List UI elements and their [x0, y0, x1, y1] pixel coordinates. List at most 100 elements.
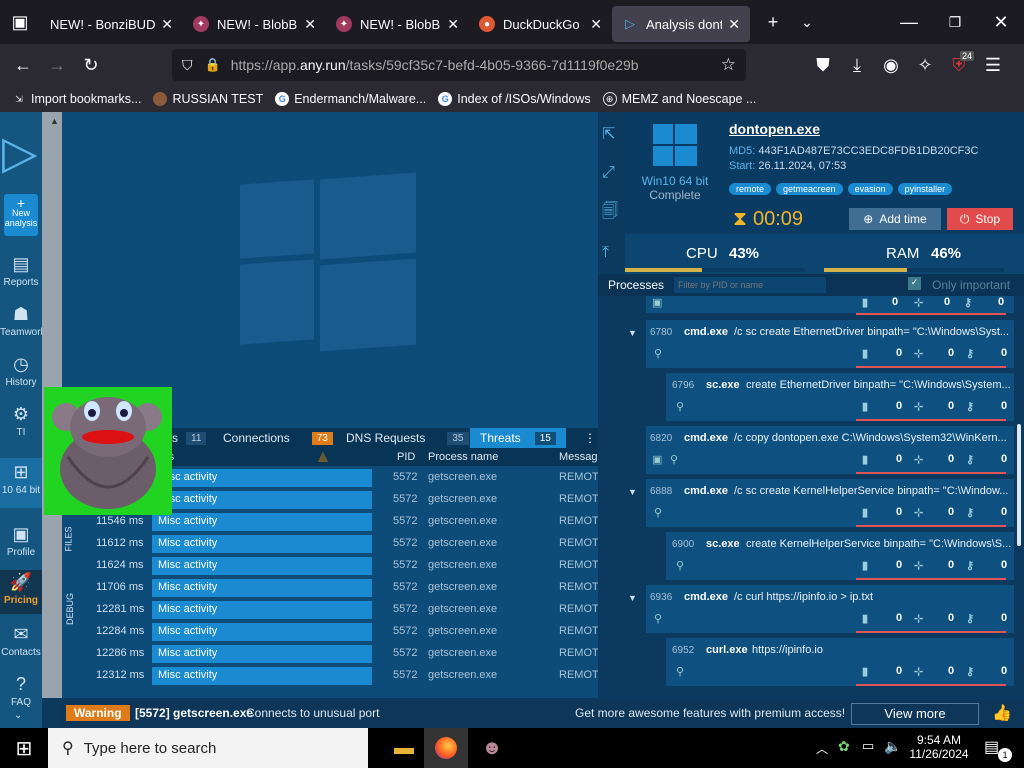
view-more-button[interactable]: View more [851, 703, 979, 725]
process-node[interactable]: 6952 curl.exe https://ipinfo.io ⚲ ▮ 0 ⊹ 0 … [666, 638, 1014, 686]
process-node[interactable]: 6900 sc.exe create KernelHelperService b… [666, 532, 1014, 580]
bookmark-isos[interactable]: G Index of /ISOs/Windows [438, 92, 591, 106]
tag[interactable]: pyinstaller [897, 183, 953, 195]
bookmark-import[interactable]: ⇲ Import bookmarks... [12, 92, 141, 106]
sidebar-item-profile[interactable]: ▣ Profile [0, 524, 42, 558]
close-tab-icon[interactable]: ✕ [590, 16, 602, 33]
tab-connections[interactable]: Connections 73 [223, 428, 333, 448]
process-filter-input[interactable] [674, 277, 826, 293]
browser-tab-4[interactable]: ● DuckDuckGo - Y ✕ [469, 6, 612, 42]
bookmark-russian-test[interactable]: RUSSIAN TEST [153, 92, 263, 106]
extensions-icon[interactable]: ✧ [908, 49, 942, 81]
tab-overview-icon[interactable]: ▣ [0, 6, 40, 38]
clock[interactable]: 9:54 AM 11/26/2024 [906, 733, 972, 761]
reload-icon[interactable]: ↻ [74, 49, 108, 81]
blob-taskbar-icon[interactable]: ☻ [470, 728, 514, 768]
file-explorer-icon[interactable]: ▬ [384, 728, 424, 768]
tag[interactable]: getmeacreen [776, 183, 843, 195]
scroll-up-icon[interactable]: ▲ [50, 116, 59, 126]
minimize-icon[interactable]: — [886, 6, 932, 38]
process-node[interactable]: 6936 cmd.exe /c curl https://ipinfo.io >… [646, 585, 1014, 633]
restore-icon[interactable]: ❐ [932, 6, 978, 38]
tab-dns-requests[interactable]: DNS Requests 35 [346, 428, 469, 448]
sidebar-item-vm[interactable]: ⊞ 10 64 bit [0, 458, 42, 508]
browser-tab-5[interactable]: ▷ Analysis dontop ✕ [612, 6, 750, 42]
sidebar-item-history[interactable]: ◷ History [0, 354, 42, 388]
thumbs-up-icon[interactable]: 👍 [992, 703, 1012, 723]
process-scrollbar[interactable] [1017, 424, 1021, 546]
network-tray-icon[interactable]: ▭ [862, 738, 874, 754]
table-row[interactable]: 11612 ms Misc activity 5572 getscreen.exe RE… [62, 533, 599, 555]
sidebar-item-ti[interactable]: ⚙ TI [0, 404, 42, 438]
sidebar-item-faq[interactable]: ? FAQ [0, 674, 42, 708]
process-node[interactable]: 6888 cmd.exe /c sc create KernelHelperSe… [646, 479, 1014, 527]
menu-icon[interactable]: ☰ [976, 49, 1010, 81]
forward-icon[interactable]: → [40, 49, 74, 81]
table-row[interactable]: 11624 ms Misc activity 5572 getscreen.exe RE… [62, 555, 599, 577]
more-options-icon[interactable]: ⋮ [584, 428, 596, 448]
ublock-extension-icon[interactable]: ⛨ 24 [942, 49, 976, 81]
files-count: 0 [892, 296, 899, 308]
tray-chevron-icon[interactable]: ︿ [816, 740, 828, 757]
download-icon[interactable]: ⤓ [840, 49, 874, 81]
close-tab-icon[interactable]: ✕ [447, 16, 459, 33]
process-node[interactable]: 6820 cmd.exe /c copy dontopen.exe C:\Win… [646, 426, 1014, 474]
stop-button[interactable]: ⏻ Stop [947, 208, 1013, 230]
volume-icon[interactable]: 🔈 [884, 738, 901, 755]
bookmark-star-icon[interactable]: ☆ [721, 55, 736, 75]
only-important-checkbox[interactable]: ✓ [908, 277, 921, 290]
new-tab-icon[interactable]: + [756, 6, 790, 38]
text-tool-icon[interactable]: 🗐 [602, 200, 618, 227]
add-time-button[interactable]: ⊕ Add time [849, 208, 941, 230]
browser-tab-1[interactable]: NEW! - BonziBUDDY! ✕ [40, 6, 183, 42]
bookmark-endermanch[interactable]: G Endermanch/Malware... [275, 92, 426, 106]
process-node[interactable]: 6780 cmd.exe /c sc create EthernetDriver… [646, 320, 1014, 368]
sidebar-item-contacts[interactable]: ✉ Contacts [0, 624, 42, 658]
process-node-partial[interactable]: ▣ ▮ 0 ⊹ 0 ⚷ 0 [646, 296, 1014, 315]
tab-files[interactable]: s 11 [172, 428, 207, 448]
status-process[interactable]: [5572] getscreen.exe [135, 706, 253, 720]
upload-icon[interactable]: ⤒ [602, 244, 609, 262]
account-icon[interactable]: ◉ [874, 49, 908, 81]
process-node[interactable]: 6796 sc.exe create EthernetDriver binpat… [666, 373, 1014, 421]
collapse-arrow-icon[interactable]: ▼ [628, 593, 637, 603]
table-row[interactable]: 12312 ms Misc activity 5572 getscreen.exe RE… [62, 665, 599, 687]
file-name[interactable]: dontopen.exe [729, 121, 820, 137]
start-button-windows-icon[interactable]: ⊞ [0, 728, 48, 768]
table-row[interactable]: 12281 ms Misc activity 5572 getscreen.exe RE… [62, 599, 599, 621]
url-bar[interactable]: ⛉ 🔒 https://app.any.run/tasks/59cf35c7-b… [172, 49, 746, 81]
taskbar-search-box[interactable]: ⚲ Type here to search [48, 728, 368, 768]
close-tab-icon[interactable]: ✕ [304, 16, 316, 33]
pocket-icon[interactable]: ⛊ [806, 49, 840, 81]
sidebar-item-reports[interactable]: ▤ Reports [0, 254, 42, 288]
close-tab-icon[interactable]: ✕ [728, 16, 740, 33]
collapse-arrow-icon[interactable]: ▼ [628, 328, 637, 338]
open-external-icon[interactable]: ⇱ [602, 124, 615, 144]
collapse-arrow-icon[interactable]: ▼ [628, 487, 637, 497]
tray-app-icon[interactable]: ✿ [838, 738, 850, 755]
sidebar-item-pricing[interactable]: 🚀 Pricing [0, 570, 42, 614]
blob-buddy-character[interactable] [44, 387, 172, 515]
notification-icon[interactable]: ▤ [984, 737, 999, 757]
back-icon[interactable]: ← [6, 49, 40, 81]
table-row[interactable]: 12284 ms Misc activity 5572 getscreen.exe RE… [62, 621, 599, 643]
tab-list-chevron-icon[interactable]: ⌄ [790, 6, 824, 38]
tag[interactable]: remote [729, 183, 772, 195]
close-tab-icon[interactable]: ✕ [161, 16, 173, 33]
table-row[interactable]: 11706 ms Misc activity 5572 getscreen.exe RE… [62, 577, 599, 599]
bookmark-memz[interactable]: ⊕ MEMZ and Noescape ... [602, 92, 756, 106]
shield-icon[interactable]: ⛉ [182, 57, 193, 74]
sidebar-item-teamwork[interactable]: ☗ Teamwork [0, 304, 46, 338]
browser-tab-2[interactable]: ✦ NEW! - BlobBUD ✕ [183, 6, 326, 42]
collapse-chevron-icon[interactable]: ⌄ [14, 710, 22, 721]
browser-tab-3[interactable]: ✦ NEW! - BlobBUD ✕ [326, 6, 469, 42]
lock-icon[interactable]: 🔒 [205, 57, 221, 73]
table-row[interactable]: 12286 ms Misc activity 5572 getscreen.exe RE… [62, 643, 599, 665]
tab-threats[interactable]: Threats 15 [470, 428, 566, 448]
firefox-taskbar-icon[interactable] [424, 728, 468, 768]
window-close-icon[interactable]: ✕ [978, 6, 1024, 38]
tag[interactable]: evasion [847, 183, 893, 195]
registry-icon: ⚷ [966, 666, 975, 678]
fullscreen-icon[interactable]: ⤢ [602, 164, 615, 182]
new-analysis-button[interactable]: + New analysis [4, 194, 38, 236]
